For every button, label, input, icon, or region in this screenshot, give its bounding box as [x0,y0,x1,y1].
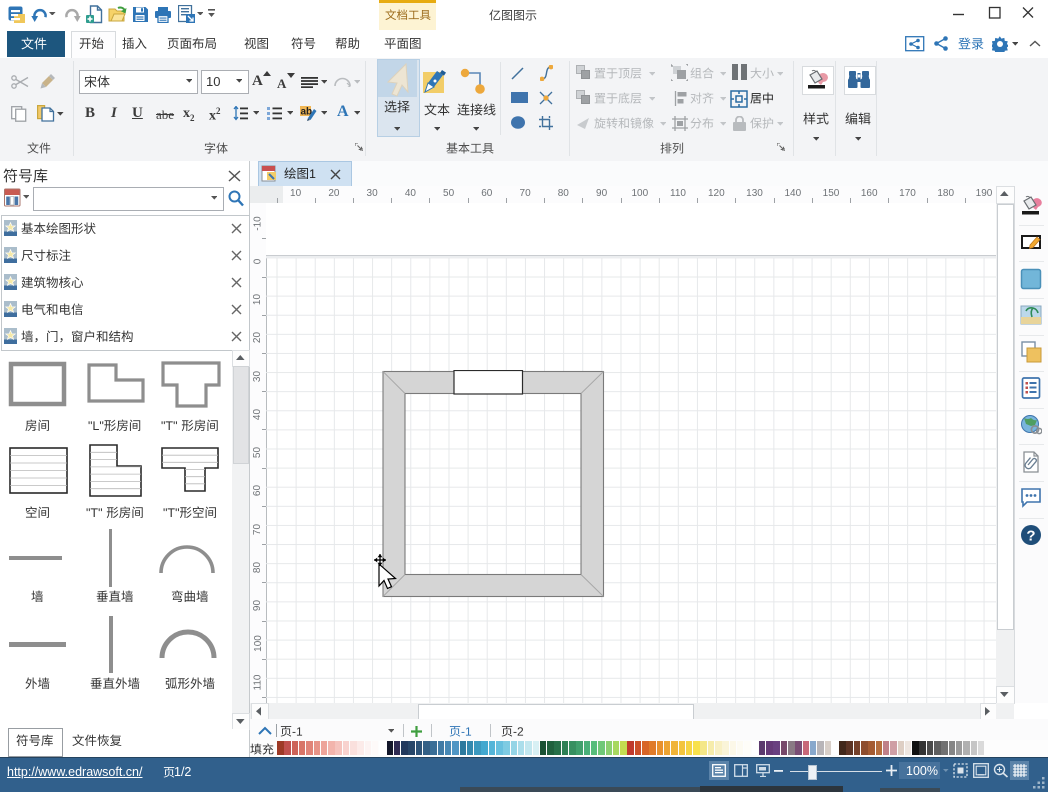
svg-text:?: ? [1026,527,1035,544]
